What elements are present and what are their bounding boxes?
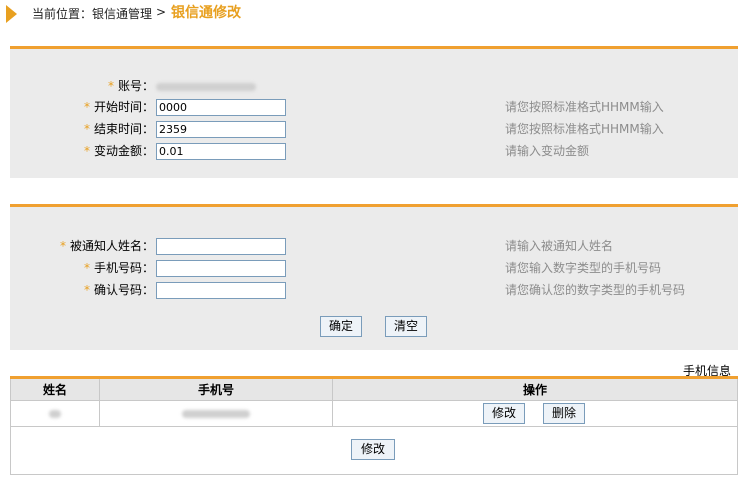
table-footer: 修改 — [10, 427, 738, 475]
page-title: 银信通修改 — [171, 5, 241, 21]
confirm-phone-input[interactable] — [156, 282, 286, 299]
table-header: 姓名 手机号 操作 — [10, 379, 738, 401]
start-time-input[interactable] — [156, 99, 286, 116]
table-row: 修改 删除 — [10, 401, 738, 427]
account-value-redacted — [156, 83, 256, 91]
delete-row-button[interactable]: 删除 — [543, 403, 585, 424]
notify-name-hint: 请输入被通知人姓名 — [505, 239, 614, 253]
required-mark: * — [83, 100, 90, 114]
required-mark: * — [107, 79, 114, 93]
confirm-button[interactable]: 确定 — [320, 316, 362, 337]
breadcrumb-separator: > — [156, 5, 167, 19]
amount-label: 变动金额： — [93, 144, 154, 158]
actions-cell: 修改 删除 — [333, 401, 737, 426]
name-value-redacted — [49, 410, 61, 418]
breadcrumb-prefix: 当前位置：银信通管理 — [32, 7, 153, 21]
amount-input[interactable] — [156, 143, 286, 160]
start-time-row: *开始时间： 请您按照标准格式HHMM输入 — [10, 98, 738, 118]
arrow-right-icon — [6, 5, 17, 23]
required-mark: * — [83, 122, 90, 136]
phone-input[interactable] — [156, 260, 286, 277]
edit-row-button[interactable]: 修改 — [483, 403, 525, 424]
phone-label: 手机号码： — [93, 261, 154, 275]
required-mark: * — [83, 144, 90, 158]
notify-name-row: * 被通知人姓名： 请输入被通知人姓名 — [10, 237, 738, 257]
end-time-input[interactable] — [156, 121, 286, 138]
name-cell — [11, 401, 100, 426]
required-mark: * — [83, 261, 90, 275]
account-label: 账号： — [117, 79, 154, 93]
breadcrumb: 当前位置：银信通管理 > 银信通修改 — [0, 0, 745, 26]
column-header-name: 姓名 — [11, 379, 100, 401]
submit-edit-button[interactable]: 修改 — [351, 439, 395, 460]
clear-button[interactable]: 清空 — [385, 316, 427, 337]
phone-value-redacted — [182, 410, 250, 418]
notify-panel: * 被通知人姓名： 请输入被通知人姓名 * 手机号码： 请您输入数字类型的手机号码 … — [10, 204, 738, 350]
amount-row: *变动金额： 请输入变动金额 — [10, 142, 738, 162]
notify-name-label: 被通知人姓名： — [69, 239, 154, 253]
end-time-hint: 请您按照标准格式HHMM输入 — [505, 122, 664, 136]
end-time-label: 结束时间： — [93, 122, 154, 136]
confirm-phone-hint: 请您确认您的数字类型的手机号码 — [505, 283, 686, 297]
column-header-actions: 操作 — [522, 383, 547, 397]
required-mark: * — [59, 239, 66, 253]
amount-hint: 请输入变动金额 — [505, 144, 590, 158]
confirm-phone-row: * 确认号码： 请您确认您的数字类型的手机号码 — [10, 281, 738, 301]
end-time-row: *结束时间： 请您按照标准格式HHMM输入 — [10, 120, 738, 140]
start-time-label: 开始时间： — [93, 100, 154, 114]
account-row: * 账号： — [10, 77, 738, 97]
required-mark: * — [83, 283, 90, 297]
phone-hint: 请您输入数字类型的手机号码 — [505, 261, 662, 275]
notify-name-input[interactable] — [156, 238, 286, 255]
phone-info-table: 姓名 手机号 操作 修改 删除 修改 — [10, 376, 738, 475]
phone-row: * 手机号码： 请您输入数字类型的手机号码 — [10, 259, 738, 279]
start-time-hint: 请您按照标准格式HHMM输入 — [505, 100, 664, 114]
column-header-phone: 手机号 — [100, 379, 333, 401]
confirm-phone-label: 确认号码： — [93, 283, 154, 297]
phone-cell — [100, 401, 333, 426]
settings-panel: *账号： *开始时间： 请您按照标准格式HHMM输入 *结束时间： 请您按照标准… — [10, 46, 738, 178]
